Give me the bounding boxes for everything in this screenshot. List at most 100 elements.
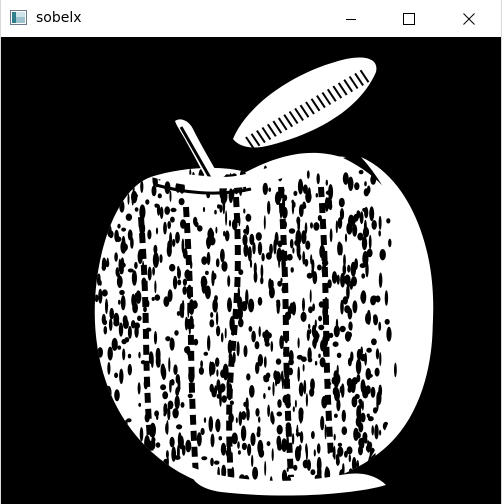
edge-speckle	[144, 469, 151, 486]
edge-speckle	[177, 268, 181, 279]
edge-speckle	[250, 432, 256, 446]
edge-speckle	[157, 193, 162, 199]
edge-speckle	[340, 299, 344, 315]
edge-speckle	[169, 190, 172, 202]
edge-speckle	[167, 406, 171, 421]
edge-speckle	[114, 372, 119, 379]
edge-speckle	[374, 367, 380, 377]
edge-speckle	[245, 213, 252, 222]
edge-speckle	[211, 388, 217, 398]
edge-speckle	[170, 216, 175, 223]
edge-speckle	[338, 197, 345, 208]
edge-speckle	[294, 399, 297, 408]
edge-speckle	[292, 406, 295, 412]
edge-speckle	[306, 170, 310, 179]
edge-speckle	[154, 203, 159, 208]
edge-speckle	[378, 215, 382, 230]
edge-speckle	[197, 225, 203, 232]
edge-speckle	[159, 254, 163, 264]
edge-speckle	[160, 384, 167, 391]
edge-speckle	[392, 457, 397, 468]
edge-speckle	[241, 411, 247, 420]
edge-speckle	[120, 262, 126, 268]
edge-speckle	[375, 348, 380, 360]
edge-speckle	[291, 301, 297, 316]
edge-speckle	[203, 417, 207, 423]
edge-speckle	[292, 247, 295, 254]
edge-speckle	[332, 452, 335, 458]
edge-speckle	[265, 252, 272, 260]
edge-speckle	[318, 353, 321, 358]
edge-speckle	[220, 442, 227, 456]
edge-speckle	[388, 481, 392, 489]
edge-speckle	[358, 169, 364, 175]
edge-speckle	[364, 437, 368, 444]
edge-speckle	[328, 332, 334, 338]
edge-speckle	[346, 284, 350, 300]
edge-speckle	[357, 232, 364, 241]
edge-speckle	[394, 362, 397, 378]
edge-speckle	[365, 368, 372, 380]
edge-speckle	[245, 224, 250, 236]
edge-speckle	[251, 454, 254, 467]
minimize-button[interactable]	[328, 0, 374, 37]
edge-speckle	[169, 232, 173, 246]
edge-speckle	[354, 182, 360, 191]
edge-speckle	[384, 290, 389, 306]
edge-speckle	[378, 230, 382, 237]
edge-speckle	[247, 443, 252, 456]
edge-speckle	[264, 330, 269, 339]
edge-speckle	[337, 446, 344, 457]
edge-speckle	[103, 434, 110, 450]
edge-speckle	[236, 341, 240, 357]
edge-speckle	[358, 422, 364, 433]
edge-speckle	[127, 193, 130, 205]
edge-speckle	[291, 200, 295, 215]
edge-speckle	[209, 361, 213, 377]
edge-speckle	[302, 459, 309, 469]
edge-speckle	[143, 306, 147, 313]
edge-speckle	[172, 238, 176, 247]
edge-speckle	[251, 330, 256, 343]
edge-speckle	[107, 346, 113, 361]
edge-speckle	[242, 234, 248, 246]
edge-speckle	[164, 464, 171, 476]
edge-speckle	[374, 424, 379, 440]
edge-speckle	[201, 256, 208, 265]
edge-speckle	[364, 181, 367, 187]
edge-speckle	[163, 221, 167, 235]
edge-speckle	[213, 460, 220, 465]
edge-speckle	[360, 292, 366, 303]
title-bar[interactable]: sobelx	[0, 0, 502, 37]
edge-speckle	[302, 297, 305, 312]
edge-speckle	[118, 258, 122, 272]
edge-speckle	[337, 217, 343, 230]
edge-speckle	[173, 364, 178, 376]
edge-speckle	[119, 289, 125, 296]
edge-speckle	[105, 302, 109, 309]
edge-speckle	[95, 433, 100, 448]
maximize-button[interactable]	[386, 0, 432, 37]
close-button[interactable]	[446, 0, 492, 37]
edge-speckle	[153, 331, 158, 345]
edge-speckle	[248, 326, 253, 332]
close-icon	[463, 12, 475, 25]
edge-speckle	[121, 227, 126, 232]
edge-speckle	[104, 446, 110, 463]
edge-speckle	[154, 280, 157, 294]
edge-speckle	[117, 223, 121, 229]
edge-speckle	[368, 455, 374, 472]
edge-speckle	[206, 251, 211, 266]
edge-speckle	[243, 401, 247, 407]
edge-speckle	[170, 337, 173, 349]
edge-speckle	[133, 441, 139, 453]
edge-speckle	[119, 368, 124, 384]
edge-speckle	[96, 202, 102, 216]
edge-speckle	[347, 331, 352, 338]
edge-speckle	[324, 197, 329, 212]
edge-speckle	[310, 254, 313, 265]
edge-speckle	[248, 298, 255, 313]
edge-speckle	[210, 312, 214, 318]
edge-speckle	[221, 261, 228, 272]
edge-speckle	[379, 249, 386, 261]
